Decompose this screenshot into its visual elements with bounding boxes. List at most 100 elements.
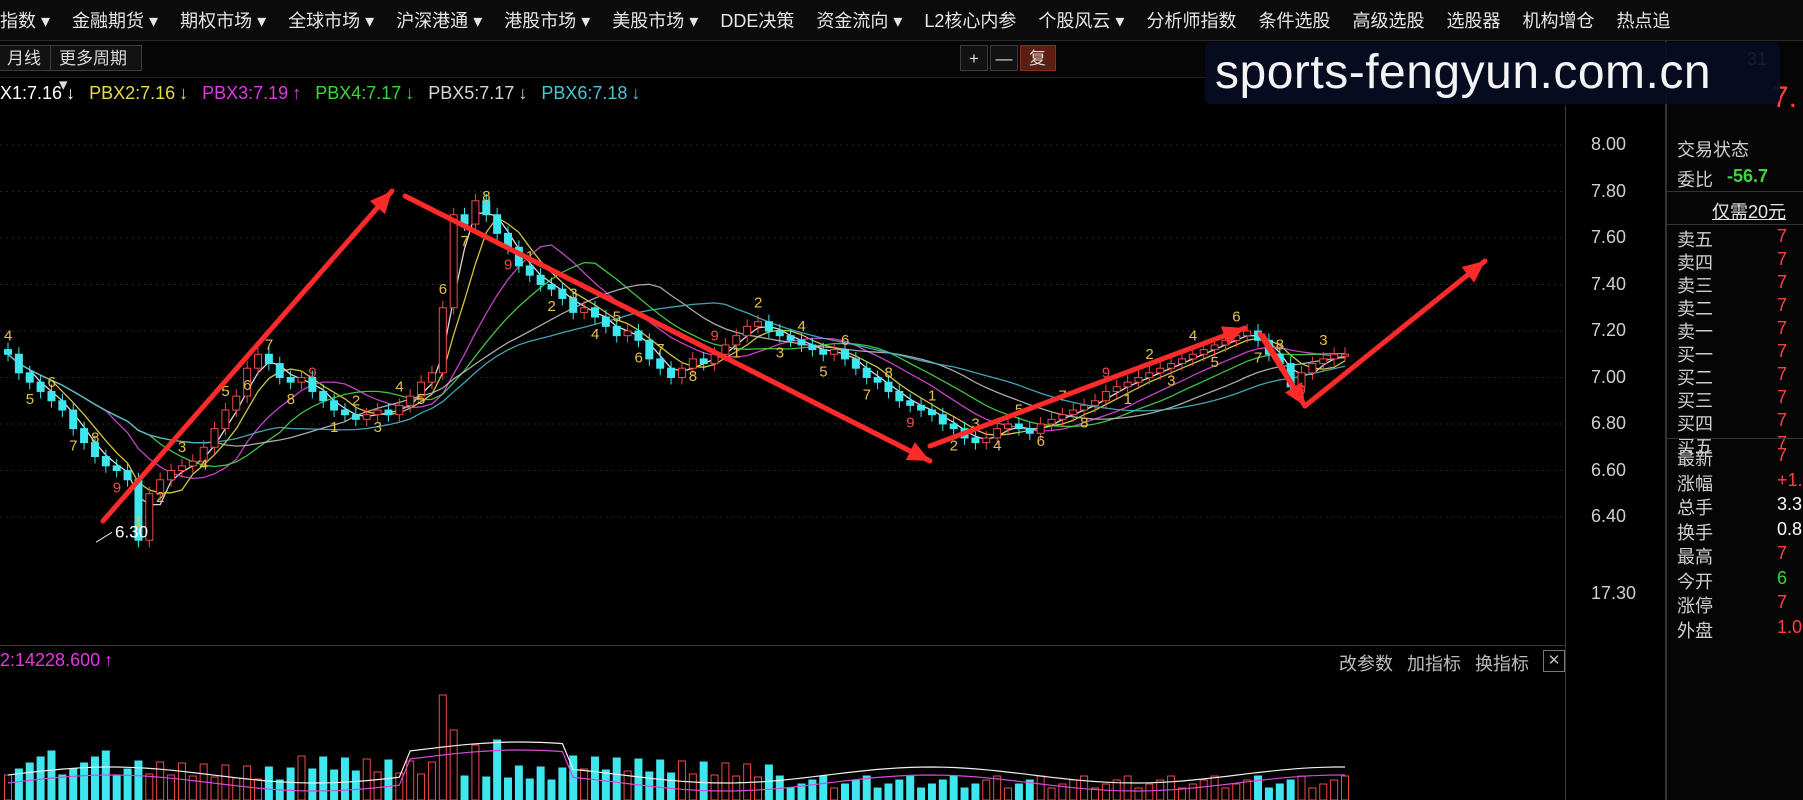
volume-bar bbox=[514, 765, 523, 800]
volume-bar bbox=[319, 756, 328, 800]
candle-body bbox=[112, 465, 121, 472]
candle-body bbox=[25, 372, 34, 383]
period-monthly-button[interactable]: 月线 bbox=[0, 45, 56, 71]
volume-ma-line bbox=[7, 741, 1345, 784]
nav-item[interactable]: 条件选股 bbox=[1247, 7, 1341, 33]
volume-bar bbox=[786, 787, 795, 800]
volume-bar bbox=[1264, 787, 1273, 800]
volume-bar bbox=[145, 773, 154, 800]
add-indicator-link[interactable]: 加指标 bbox=[1407, 650, 1461, 676]
td-count-label: 8 bbox=[1080, 414, 1088, 431]
panel-divider bbox=[1667, 438, 1803, 439]
nav-item[interactable]: 美股市场 ▾ bbox=[601, 7, 709, 33]
panel-divider bbox=[1667, 191, 1803, 192]
candle-body bbox=[927, 409, 936, 416]
candle-body bbox=[177, 465, 186, 472]
td-count-label: 4 bbox=[200, 456, 208, 473]
candle-body bbox=[395, 404, 404, 416]
nav-item[interactable]: 期权市场 ▾ bbox=[169, 7, 277, 33]
edit-params-link[interactable]: 改参数 bbox=[1339, 650, 1393, 676]
td-count-label: 7 bbox=[1254, 349, 1262, 366]
td-count-label: 7 bbox=[863, 387, 871, 404]
nav-item[interactable]: DDE决策 bbox=[709, 7, 805, 33]
td-count-label: 5 bbox=[613, 309, 621, 326]
nav-item[interactable]: 沪深港通 ▾ bbox=[385, 7, 493, 33]
td-count-label: 2 bbox=[754, 295, 762, 312]
nav-item[interactable]: 全球市场 ▾ bbox=[277, 7, 385, 33]
candle-body bbox=[601, 316, 610, 327]
nav-item[interactable]: 个股风云 ▾ bbox=[1027, 7, 1135, 33]
nav-item[interactable]: 热点追 bbox=[1605, 7, 1681, 33]
volume-bar bbox=[373, 771, 382, 800]
candle-body bbox=[873, 377, 882, 383]
volume-bar bbox=[69, 768, 78, 800]
close-pane-button[interactable]: ✕ bbox=[1543, 650, 1565, 672]
switch-indicator-link[interactable]: 换指标 bbox=[1475, 650, 1529, 676]
candle-body bbox=[851, 358, 860, 369]
candle-body bbox=[982, 437, 991, 444]
volume-bar bbox=[819, 775, 828, 800]
nav-item[interactable]: L2核心内参 bbox=[913, 7, 1027, 33]
volume-bar bbox=[134, 760, 143, 800]
price-axis-label: 8.00 bbox=[1591, 134, 1627, 154]
volume-bar bbox=[547, 779, 556, 800]
restore-button[interactable]: 复 bbox=[1020, 45, 1056, 71]
stat-label: 今开 bbox=[1677, 571, 1713, 592]
volume-bar bbox=[960, 787, 969, 800]
candle-body bbox=[732, 335, 741, 346]
volume-bar bbox=[884, 783, 893, 800]
fee-promo-link[interactable]: 仅需20元 bbox=[1712, 198, 1786, 224]
volume-bar bbox=[286, 767, 295, 800]
bid-level-value: 7 bbox=[1777, 387, 1788, 407]
td-count-label: 9 bbox=[906, 414, 914, 431]
td-count-label: 8 bbox=[91, 430, 99, 447]
td-count-label: 4 bbox=[798, 318, 806, 335]
volume-bar bbox=[340, 757, 349, 800]
candle-body bbox=[993, 428, 1002, 439]
candle-body bbox=[558, 288, 567, 299]
candle-body bbox=[840, 349, 849, 360]
candle-body bbox=[221, 409, 230, 430]
candle-body bbox=[58, 400, 67, 411]
candle-body bbox=[1330, 353, 1339, 360]
stat-label: 涨幅 bbox=[1677, 473, 1713, 494]
nav-item[interactable]: 机构增仓 bbox=[1511, 7, 1605, 33]
volume-bar bbox=[808, 779, 817, 800]
volume-bar bbox=[851, 779, 860, 800]
volume-pane-header: 2:14228.600 ↑ 改参数 加指标 换指标 ✕ bbox=[0, 645, 1565, 676]
nav-item[interactable]: 选股器 bbox=[1435, 7, 1511, 33]
arrow-down-icon: ↓ bbox=[179, 82, 189, 103]
zoom-in-button[interactable]: + bbox=[960, 45, 988, 71]
price-axis-label: 7.00 bbox=[1591, 366, 1627, 387]
candle-body bbox=[167, 470, 176, 481]
td-count-label: 1 bbox=[330, 419, 338, 436]
nav-item[interactable]: 高级选股 bbox=[1341, 7, 1435, 33]
zoom-out-button[interactable]: — bbox=[990, 45, 1018, 71]
candle-body bbox=[101, 456, 110, 467]
td-count-label: 4 bbox=[591, 326, 599, 343]
nav-item[interactable]: 港股市场 ▾ bbox=[493, 7, 601, 33]
volume-bar bbox=[1275, 783, 1284, 800]
bid-level-value: 7 bbox=[1777, 410, 1788, 430]
candle-body bbox=[232, 395, 241, 411]
nav-item[interactable]: 金融期货 ▾ bbox=[61, 7, 169, 33]
volume-bar bbox=[1210, 775, 1219, 800]
arrow-up-icon: ↑ bbox=[292, 82, 302, 103]
volume-bar bbox=[297, 755, 306, 800]
nav-item[interactable]: 指数 ▾ bbox=[0, 7, 61, 33]
td-count-label: 6 bbox=[634, 349, 642, 366]
arrow-down-icon: ↓ bbox=[66, 82, 76, 103]
candle-body bbox=[1069, 409, 1078, 416]
price-axis-label: 7.40 bbox=[1591, 273, 1627, 294]
volume-bar bbox=[830, 787, 839, 800]
stat-label: 换手 bbox=[1677, 522, 1713, 543]
volume-bar bbox=[862, 775, 871, 800]
nav-item[interactable]: 资金流向 ▾ bbox=[805, 7, 913, 33]
stat-value: 0.8 bbox=[1777, 518, 1803, 539]
candlestick-chart[interactable]: 6.30456789123456789123456789123456789123… bbox=[0, 106, 1665, 646]
nav-item[interactable]: 分析师指数 bbox=[1135, 7, 1247, 33]
candle-body bbox=[525, 265, 534, 276]
more-periods-dropdown[interactable]: 更多周期 ▾ bbox=[50, 45, 142, 94]
volume-bar bbox=[1123, 775, 1132, 800]
candle-body bbox=[297, 377, 306, 383]
